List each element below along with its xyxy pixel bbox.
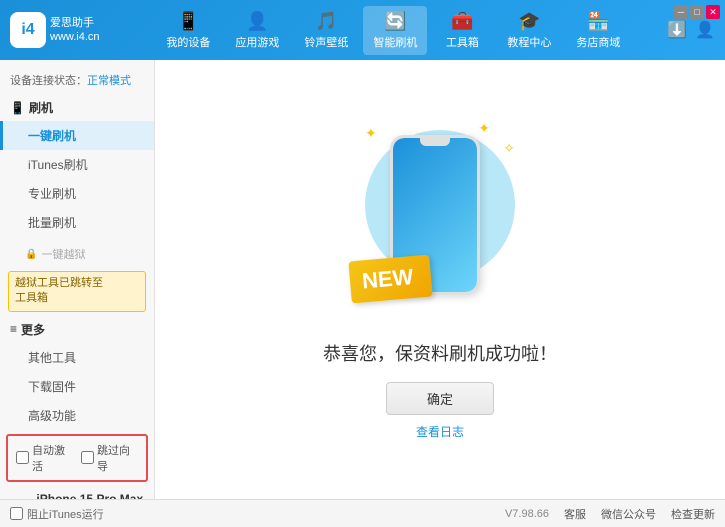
more-section: ≡ 更多 其他工具 下载固件 高级功能 — [0, 316, 154, 430]
footer-left: 阻止iTunes运行 — [10, 506, 104, 522]
sidebar-item-pro-flash[interactable]: 专业刷机 — [0, 179, 154, 208]
service-icon: 🏪 — [587, 11, 609, 32]
success-illustration: ✦ ✦ ✧ NEW — [360, 120, 520, 320]
footer: 阻止iTunes运行 V7.98.66 客服 微信公众号 检查更新 — [0, 499, 725, 527]
logo: i4 爱思助手 www.i4.cn — [10, 12, 100, 48]
checkbox-area: 自动激活 跳过向导 — [6, 434, 148, 482]
device-status: 设备连接状态：正常模式 — [0, 68, 154, 94]
customer-service-link[interactable]: 客服 — [564, 506, 586, 522]
sparkle-icon-3: ✧ — [503, 140, 515, 157]
auto-activate-input[interactable] — [16, 451, 29, 464]
download-icon[interactable]: ⬇️ — [667, 20, 687, 40]
device-name: iPhone 15 Pro Max — [36, 492, 143, 499]
success-message: 恭喜您，保资料刷机成功啦！ — [323, 340, 557, 366]
device-details: iPhone 15 Pro Max 512GB iPhone — [36, 492, 143, 499]
sidebar-item-other-tools[interactable]: 其他工具 — [0, 343, 154, 372]
new-banner: NEW — [348, 254, 433, 303]
sidebar-item-itunes-flash[interactable]: iTunes刷机 — [0, 150, 154, 179]
footer-right: V7.98.66 客服 微信公众号 检查更新 — [505, 506, 715, 522]
flash-section: 📱 刷机 一键刷机 iTunes刷机 专业刷机 批量刷机 — [0, 94, 154, 237]
sidebar-item-batch-flash[interactable]: 批量刷机 — [0, 208, 154, 237]
device-info: 📱 iPhone 15 Pro Max 512GB iPhone — [0, 486, 154, 499]
minimize-button[interactable]: ─ — [674, 5, 688, 19]
sparkle-icon-2: ✦ — [478, 120, 490, 137]
sidebar: 设备连接状态：正常模式 📱 刷机 一键刷机 iTunes刷机 专业刷机 批量刷机… — [0, 60, 155, 499]
logo-icon: i4 — [10, 12, 46, 48]
my-device-icon: 📱 — [177, 11, 199, 32]
itunes-checkbox-input[interactable] — [10, 507, 23, 520]
flash-section-header: 📱 刷机 — [0, 94, 154, 121]
more-header-icon: ≡ — [10, 322, 17, 336]
wechat-link[interactable]: 微信公众号 — [601, 506, 656, 522]
check-update-link[interactable]: 检查更新 — [671, 506, 715, 522]
view-log-link[interactable]: 查看日志 — [416, 423, 464, 440]
flash-header-icon: 📱 — [10, 101, 25, 115]
nav-my-device[interactable]: 📱 我的设备 — [156, 6, 220, 55]
close-button[interactable]: ✕ — [706, 5, 720, 19]
header-right: ⬇️ 👤 — [667, 20, 715, 40]
phone-notch — [420, 138, 450, 146]
sidebar-item-advanced[interactable]: 高级功能 — [0, 401, 154, 430]
itunes-checkbox[interactable]: 阻止iTunes运行 — [10, 506, 104, 522]
content-area: 设备连接状态：正常模式 📱 刷机 一键刷机 iTunes刷机 专业刷机 批量刷机… — [0, 60, 725, 499]
main-content: ✦ ✦ ✧ NEW 恭喜您，保资料刷机成功啦！ 确定 查看日志 — [155, 60, 725, 499]
sparkle-icon-1: ✦ — [365, 125, 377, 142]
jailbreak-section-header: 🔒 一键越狱 — [0, 241, 154, 267]
ringtones-icon: 🎵 — [315, 11, 337, 32]
jailbreak-notice: 越狱工具已跳转至工具箱 — [8, 271, 146, 312]
more-section-header: ≡ 更多 — [0, 316, 154, 343]
confirm-button[interactable]: 确定 — [386, 382, 494, 415]
lock-icon: 🔒 — [25, 249, 37, 260]
jailbreak-section: 🔒 一键越狱 越狱工具已跳转至工具箱 — [0, 241, 154, 312]
sidebar-item-onekey-flash[interactable]: 一键刷机 — [0, 121, 154, 150]
skip-tutorial-input[interactable] — [81, 451, 94, 464]
logo-text: 爱思助手 www.i4.cn — [50, 16, 100, 45]
toolbox-icon: 🧰 — [451, 11, 473, 32]
nav-toolbox[interactable]: 🧰 工具箱 — [432, 6, 492, 55]
maximize-button[interactable]: □ — [690, 5, 704, 19]
tutorials-icon: 🎓 — [518, 11, 540, 32]
app-games-icon: 👤 — [246, 11, 268, 32]
nav-ringtones[interactable]: 🎵 铃声壁纸 — [294, 6, 358, 55]
version-label: V7.98.66 — [505, 508, 549, 520]
auto-activate-checkbox[interactable]: 自动激活 — [16, 442, 73, 474]
header: i4 爱思助手 www.i4.cn 📱 我的设备 👤 应用游戏 🎵 铃声壁纸 🔄 — [0, 0, 725, 60]
user-icon[interactable]: 👤 — [695, 20, 715, 40]
nav-service[interactable]: 🏪 务店商域 — [566, 6, 630, 55]
sidebar-item-download-fw[interactable]: 下载固件 — [0, 372, 154, 401]
phone-container: ✦ ✦ ✧ NEW — [360, 120, 520, 320]
nav-bar: 📱 我的设备 👤 应用游戏 🎵 铃声壁纸 🔄 智能刷机 🧰 工具箱 🎓 — [120, 6, 668, 55]
nav-smart-flash[interactable]: 🔄 智能刷机 — [363, 6, 427, 55]
nav-app-games[interactable]: 👤 应用游戏 — [225, 6, 289, 55]
nav-tutorials[interactable]: 🎓 教程中心 — [497, 6, 561, 55]
smart-flash-icon: 🔄 — [384, 11, 406, 32]
skip-tutorial-checkbox[interactable]: 跳过向导 — [81, 442, 138, 474]
